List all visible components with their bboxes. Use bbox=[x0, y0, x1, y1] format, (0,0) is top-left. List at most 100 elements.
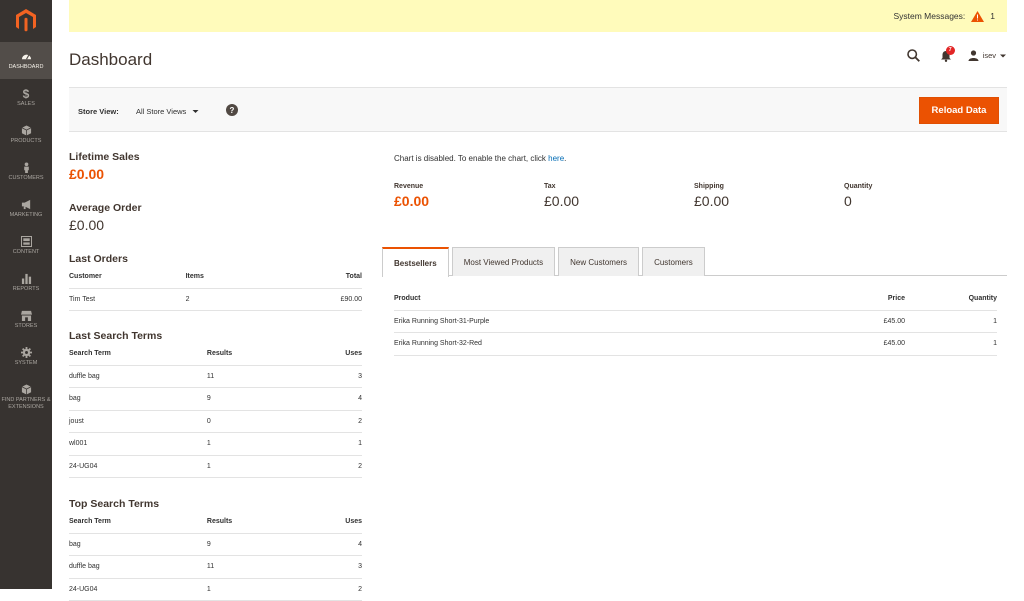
table-cell: £45.00 bbox=[805, 310, 905, 333]
table-cell: 3 bbox=[306, 555, 362, 579]
gear-icon bbox=[20, 346, 32, 358]
sidebar-item-sales[interactable]: $ SALES bbox=[0, 79, 52, 116]
table-row[interactable]: bag 9 4 bbox=[69, 387, 362, 411]
admin-sidebar: DASHBOARD $ SALES PRODUCTS CUSTOMERS MAR… bbox=[0, 0, 52, 589]
store-view-select[interactable]: All Store Views bbox=[136, 107, 199, 116]
table-cell: 1 bbox=[206, 578, 307, 601]
table-cell: 9 bbox=[206, 387, 307, 411]
table-row[interactable]: wl001 1 1 bbox=[69, 432, 362, 456]
table-cell: 11 bbox=[206, 365, 307, 388]
top-search-terms-title: Top Search Terms bbox=[69, 498, 160, 510]
chevron-down-icon bbox=[192, 110, 199, 113]
sidebar-item-label: REPORTS bbox=[12, 285, 40, 292]
table-cell: 1 bbox=[905, 310, 997, 333]
sidebar-item-label: DASHBOARD bbox=[8, 63, 44, 70]
total-label: Revenue bbox=[394, 183, 424, 190]
lifetime-sales-label: Lifetime Sales bbox=[69, 151, 140, 163]
table-row[interactable]: Erika Running Short-32-Red £45.00 1 bbox=[394, 332, 997, 356]
table-cell: 0 bbox=[206, 410, 307, 433]
table-cell: Erika Running Short-31-Purple bbox=[394, 310, 805, 333]
sidebar-item-label: PRODUCTS bbox=[10, 137, 42, 144]
help-icon[interactable]: ? bbox=[226, 104, 238, 116]
column-header: Uses bbox=[306, 343, 362, 366]
table-row[interactable]: joust 0 2 bbox=[69, 410, 362, 433]
table-cell: duffle bag bbox=[69, 365, 207, 388]
last-search-terms-title: Last Search Terms bbox=[69, 330, 163, 342]
speedometer-icon bbox=[21, 54, 31, 60]
search-icon bbox=[906, 49, 920, 62]
bar-chart-icon bbox=[21, 273, 31, 284]
partners-cube-icon bbox=[21, 383, 31, 395]
column-header: Product bbox=[394, 288, 805, 311]
notifications-badge: 7 bbox=[945, 45, 955, 55]
table-row[interactable]: 24-UG04 1 2 bbox=[69, 455, 362, 478]
sidebar-item-marketing[interactable]: MARKETING bbox=[0, 190, 52, 227]
reload-data-button[interactable]: Reload Data bbox=[919, 97, 999, 124]
sidebar-item-dashboard[interactable]: DASHBOARD bbox=[0, 42, 52, 79]
header-actions: 7 isev bbox=[906, 45, 1007, 62]
column-header: Price bbox=[805, 288, 905, 311]
top-search-terms-table: Search Term Results Uses bag 9 4 duffle ba… bbox=[69, 511, 362, 601]
sidebar-item-content[interactable]: CONTENT bbox=[0, 227, 52, 264]
sidebar-item-label: STORES bbox=[14, 322, 38, 329]
system-messages-bar[interactable]: System Messages: 1 bbox=[69, 0, 1007, 32]
table-row[interactable]: duffle bag 11 3 bbox=[69, 555, 362, 579]
sidebar-item-find-partners[interactable]: FIND PARTNERS & EXTENSIONS bbox=[0, 375, 52, 419]
table-cell: bag bbox=[69, 387, 207, 411]
table-cell: joust bbox=[69, 410, 207, 433]
column-header: Customer bbox=[69, 266, 186, 289]
column-header: Quantity bbox=[905, 288, 997, 311]
dashboard-totals: Revenue £0.00 Tax £0.00 Shipping £0.00 Q… bbox=[394, 183, 994, 209]
sidebar-item-stores[interactable]: STORES bbox=[0, 301, 52, 338]
tab-most-viewed-products[interactable]: Most Viewed Products bbox=[451, 247, 556, 276]
table-cell: 1 bbox=[206, 455, 307, 478]
table-row[interactable]: Erika Running Short-31-Purple £45.00 1 bbox=[394, 310, 997, 333]
sidebar-item-label: SYSTEM bbox=[14, 359, 38, 366]
table-row[interactable]: bag 9 4 bbox=[69, 533, 362, 556]
tab-new-customers[interactable]: New Customers bbox=[558, 247, 640, 276]
sidebar-item-system[interactable]: SYSTEM bbox=[0, 338, 52, 375]
total-label: Quantity bbox=[844, 183, 873, 190]
column-header: Search Term bbox=[69, 343, 207, 366]
sidebar-item-customers[interactable]: CUSTOMERS bbox=[0, 153, 52, 190]
table-cell: 4 bbox=[306, 387, 362, 411]
tab-bestsellers[interactable]: Bestsellers bbox=[382, 247, 449, 277]
dollar-icon: $ bbox=[22, 86, 30, 101]
content-icon bbox=[20, 235, 32, 247]
magento-logo-icon bbox=[16, 9, 36, 32]
table-cell: 1 bbox=[206, 432, 307, 456]
tab-customers[interactable]: Customers bbox=[642, 247, 705, 276]
table-cell: wl001 bbox=[69, 432, 207, 456]
table-row[interactable]: Tim Test 2 £90.00 bbox=[69, 288, 362, 311]
table-cell: 2 bbox=[306, 410, 362, 433]
magento-logo[interactable] bbox=[0, 0, 52, 42]
table-cell: 2 bbox=[306, 578, 362, 601]
dashboard-tabs: Bestsellers Most Viewed Products New Cus… bbox=[382, 247, 1007, 277]
average-order-label: Average Order bbox=[69, 202, 142, 214]
total-value: £0.00 bbox=[694, 193, 730, 209]
global-search-button[interactable] bbox=[906, 49, 920, 62]
user-icon bbox=[968, 50, 979, 61]
total-tax: Tax £0.00 bbox=[544, 183, 694, 209]
sidebar-item-label: CUSTOMERS bbox=[8, 174, 44, 181]
bestsellers-table: Product Price Quantity Erika Running Sho… bbox=[394, 288, 997, 356]
enable-chart-link[interactable]: here bbox=[548, 154, 564, 163]
sidebar-item-label: SALES bbox=[17, 100, 35, 107]
sidebar-item-products[interactable]: PRODUCTS bbox=[0, 116, 52, 153]
cube-icon bbox=[21, 124, 31, 136]
sidebar-item-label: MARKETING bbox=[9, 211, 43, 218]
user-account-button[interactable]: isev bbox=[968, 50, 1007, 61]
column-header: Search Term bbox=[69, 511, 207, 534]
person-icon bbox=[23, 161, 29, 173]
table-cell: 2 bbox=[306, 455, 362, 478]
store-view-bar: Store View: All Store Views ? Reload Dat… bbox=[69, 87, 1007, 132]
sidebar-item-reports[interactable]: REPORTS bbox=[0, 264, 52, 301]
chevron-down-icon bbox=[1000, 54, 1006, 57]
total-value: 0 bbox=[844, 193, 852, 209]
table-cell: 3 bbox=[306, 365, 362, 388]
table-row[interactable]: duffle bag 11 3 bbox=[69, 365, 362, 388]
notifications-button[interactable]: 7 bbox=[940, 45, 955, 62]
table-cell: 2 bbox=[185, 288, 286, 311]
table-cell: bag bbox=[69, 533, 207, 556]
table-row[interactable]: 24-UG04 1 2 bbox=[69, 578, 362, 601]
